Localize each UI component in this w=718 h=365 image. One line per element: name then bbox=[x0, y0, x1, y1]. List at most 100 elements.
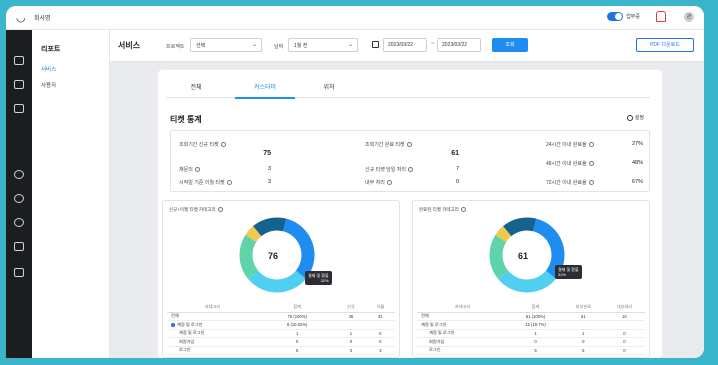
bullet-icon bbox=[171, 322, 175, 327]
table-row[interactable]: 로그인 5 3 3 bbox=[167, 346, 395, 355]
stat-label: 조회기간 완료 티켓 bbox=[365, 141, 412, 148]
table-cell bbox=[365, 320, 395, 330]
table-row[interactable]: 전체 61 (100%) 51 10 bbox=[417, 312, 645, 321]
stat-label: 24시간 이내 완료율 bbox=[546, 141, 594, 148]
logo-icon: ◡ bbox=[16, 11, 26, 24]
device-icon[interactable] bbox=[14, 268, 24, 277]
table-row[interactable]: 회원가입 0 0 0 bbox=[167, 337, 395, 347]
section-title: 티켓 통계 bbox=[170, 115, 202, 124]
donut-segment-2[interactable] bbox=[489, 234, 509, 279]
table-row[interactable]: 전체 76 (100%) 45 31 bbox=[167, 312, 395, 321]
pdf-download-button[interactable]: PDF 다운로드 bbox=[636, 38, 694, 52]
main-area: 서비스 프로젝트 선택 ⌄ 날짜 1월 전 ⌄ 2023/03/22 ~ 202… bbox=[110, 30, 704, 358]
table-cell: 1 bbox=[336, 329, 366, 338]
settings-button[interactable]: 설정 bbox=[626, 114, 644, 121]
date-range-separator: ~ bbox=[431, 41, 435, 47]
calendar-icon[interactable] bbox=[372, 41, 379, 48]
table-row[interactable]: 계정 및 로그인 8 (10.52%) bbox=[167, 320, 395, 330]
table-row[interactable]: 계정 및 로그인 1 1 0 bbox=[167, 329, 395, 338]
report-card: 전체 커스터머 위처 티켓 통계 설정 조회기간 신규 티켓 75 재문의 3 … bbox=[158, 70, 662, 358]
donut-segment-1[interactable] bbox=[498, 270, 556, 293]
project-select[interactable]: 선택 ⌄ bbox=[190, 38, 262, 52]
chevron-down-icon: ⌄ bbox=[347, 42, 353, 48]
donut-segment-2[interactable] bbox=[239, 234, 259, 279]
table-cell: 0 bbox=[365, 329, 395, 338]
stat-value: 61 bbox=[451, 150, 459, 157]
stat-value: 48% bbox=[631, 160, 643, 166]
user-settings-icon[interactable] bbox=[14, 218, 24, 227]
donut-segment-4[interactable] bbox=[503, 217, 537, 237]
filter-toolbar: 서비스 프로젝트 선택 ⌄ 날짜 1월 전 ⌄ 2023/03/22 ~ 202… bbox=[110, 30, 704, 62]
info-icon bbox=[217, 207, 223, 213]
menu-item-service[interactable]: 서비스 bbox=[41, 65, 56, 73]
stat-label: 신규 티켓 당일 처리 bbox=[365, 166, 413, 173]
period-select-value: 1월 전 bbox=[294, 43, 308, 49]
table-row[interactable]: 회원가입 0 0 0 bbox=[417, 337, 645, 347]
table-header: 합계 bbox=[508, 303, 563, 313]
stat-label-text: 조회기간 신규 티켓 bbox=[179, 142, 219, 148]
chevron-down-icon: ⌄ bbox=[251, 42, 257, 48]
icon-sidebar bbox=[6, 30, 32, 358]
top-bar: ◡ 회사명 업무중 관 bbox=[6, 6, 704, 30]
lightbulb-icon[interactable] bbox=[14, 194, 24, 203]
notification-bell-icon[interactable] bbox=[656, 11, 666, 22]
tab-watcher[interactable]: 위처 bbox=[299, 82, 359, 91]
tab-all[interactable]: 전체 bbox=[166, 82, 226, 91]
company-name: 회사명 bbox=[34, 16, 51, 22]
table-cell: 계정 및 로그인 bbox=[167, 329, 259, 338]
chat-icon[interactable] bbox=[14, 56, 24, 65]
app-window: ◡ 회사명 업무중 관 리포트 서비스 사용자 서비스 프로젝트 선택 ⌄ 날짜… bbox=[6, 6, 704, 358]
table-row[interactable]: 로그인 5 5 0 bbox=[417, 346, 645, 355]
stat-label: 72시간 이내 완료율 bbox=[546, 179, 594, 186]
stat-value: 27% bbox=[631, 141, 643, 147]
table-header: 외부완료 bbox=[562, 303, 604, 313]
table-cell: 8 (10.52%) bbox=[258, 320, 337, 330]
table-cell: 0 bbox=[603, 329, 645, 338]
chart-tooltip: 결제 및 환불 32% bbox=[555, 265, 582, 279]
table-cell bbox=[336, 320, 366, 330]
donut-segment-0[interactable] bbox=[282, 218, 315, 279]
report-chart-icon[interactable] bbox=[14, 170, 24, 179]
table-row[interactable]: 계정 및 로그인 12 (19.7%) bbox=[417, 320, 645, 330]
donut-segment-3[interactable] bbox=[495, 226, 512, 243]
table-header: 신규 bbox=[336, 303, 366, 313]
table-cell: 1 bbox=[258, 329, 337, 338]
tooltip-value: 32% bbox=[320, 278, 329, 283]
stat-value: 67% bbox=[631, 179, 643, 185]
query-button[interactable]: 조회 bbox=[492, 38, 528, 52]
donut-segment-1[interactable] bbox=[248, 270, 306, 293]
table-header: 카테고리 bbox=[417, 303, 509, 313]
gear-icon bbox=[626, 114, 633, 121]
stat-value: 7 bbox=[455, 166, 459, 172]
table-cell: 계정 및 로그인 bbox=[417, 329, 509, 338]
stat-label-text: 72시간 이내 완료율 bbox=[546, 180, 587, 186]
media-icon[interactable] bbox=[14, 104, 24, 113]
project-select-value: 선택 bbox=[196, 43, 206, 49]
table-row[interactable]: 계정 및 로그인 1 1 0 bbox=[417, 329, 645, 338]
date-to-input[interactable]: 2023/03/22 bbox=[437, 38, 481, 52]
avatar[interactable]: 관 bbox=[684, 11, 694, 22]
status-toggle[interactable] bbox=[607, 12, 624, 21]
tab-customer[interactable]: 커스터머 bbox=[235, 82, 295, 91]
table-cell: 로그인 bbox=[167, 346, 259, 355]
monitor-icon[interactable] bbox=[14, 80, 24, 89]
table-cell: 12 (19.7%) bbox=[508, 320, 563, 330]
table-cell: 0 bbox=[603, 346, 645, 355]
info-icon bbox=[407, 167, 413, 173]
table-cell: 계정 및 로그인 bbox=[167, 320, 259, 330]
screen-share-icon[interactable] bbox=[14, 242, 24, 251]
table-cell: 전체 bbox=[167, 312, 259, 321]
table-cell: 0 bbox=[258, 337, 337, 347]
category-table: 카테고리 합계 신규 이월 전체 76 (100%) 45 31 계정 및 로그인 8 (10.5… bbox=[167, 303, 395, 355]
donut-segment-3[interactable] bbox=[245, 226, 262, 243]
menu-item-user[interactable]: 사용자 bbox=[41, 81, 56, 89]
top-right-controls: 업무중 관 bbox=[607, 11, 694, 22]
date-from-input[interactable]: 2023/03/22 bbox=[383, 38, 427, 52]
category-table: 카테고리 합계 외부완료 내부처리 전체 61 (100%) 51 10 계정 및 로그인 12 … bbox=[417, 303, 645, 355]
table-cell: 로그인 bbox=[417, 346, 509, 355]
table-cell: 0 bbox=[336, 337, 366, 347]
table-cell: 76 (100%) bbox=[258, 312, 337, 321]
stat-label: 48시간 이내 완료율 bbox=[546, 160, 594, 167]
period-select[interactable]: 1월 전 ⌄ bbox=[288, 38, 358, 52]
donut-segment-4[interactable] bbox=[253, 217, 287, 237]
